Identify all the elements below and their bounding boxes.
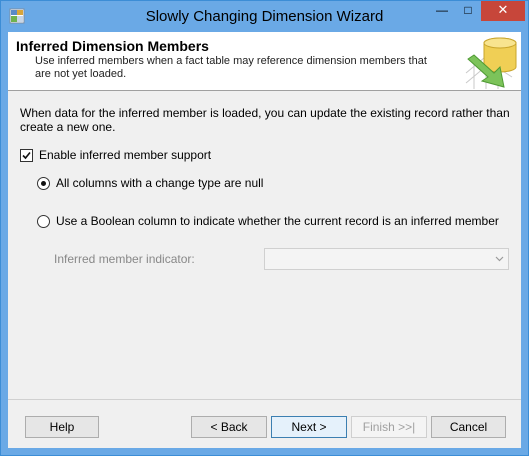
page-header: Inferred Dimension Members Use inferred … bbox=[8, 32, 521, 91]
radio-boolean-column-label: Use a Boolean column to indicate whether… bbox=[56, 214, 499, 228]
back-button[interactable]: < Back bbox=[191, 416, 267, 438]
radio-null-columns-label: All columns with a change type are null bbox=[56, 176, 264, 190]
intro-text: When data for the inferred member is loa… bbox=[20, 106, 510, 134]
chevron-down-icon[interactable] bbox=[491, 249, 508, 269]
indicator-select[interactable] bbox=[264, 248, 509, 270]
next-button[interactable]: Next > bbox=[271, 416, 347, 438]
radio-dot-icon bbox=[41, 181, 46, 186]
title-bar[interactable]: Slowly Changing Dimension Wizard — □ ✕ bbox=[1, 1, 528, 32]
indicator-label: Inferred member indicator: bbox=[54, 252, 195, 266]
radio-button-selected[interactable] bbox=[37, 177, 50, 190]
page-title: Inferred Dimension Members bbox=[16, 38, 209, 54]
help-button[interactable]: Help bbox=[25, 416, 99, 438]
wizard-window: Slowly Changing Dimension Wizard — □ ✕ I… bbox=[0, 0, 529, 456]
enable-inferred-checkbox[interactable] bbox=[20, 149, 33, 162]
footer-divider bbox=[8, 399, 521, 400]
minimize-button[interactable]: — bbox=[429, 1, 455, 21]
cancel-button[interactable]: Cancel bbox=[431, 416, 506, 438]
close-button[interactable]: ✕ bbox=[481, 1, 525, 21]
radio-button[interactable] bbox=[37, 215, 50, 228]
wizard-client-area: Inferred Dimension Members Use inferred … bbox=[8, 32, 521, 448]
maximize-button[interactable]: □ bbox=[455, 1, 481, 21]
finish-button[interactable]: Finish >>| bbox=[351, 416, 427, 438]
checkmark-icon bbox=[22, 151, 31, 160]
enable-inferred-label: Enable inferred member support bbox=[39, 148, 212, 162]
database-graphic-icon bbox=[460, 33, 518, 89]
page-description: Use inferred members when a fact table m… bbox=[35, 55, 427, 80]
